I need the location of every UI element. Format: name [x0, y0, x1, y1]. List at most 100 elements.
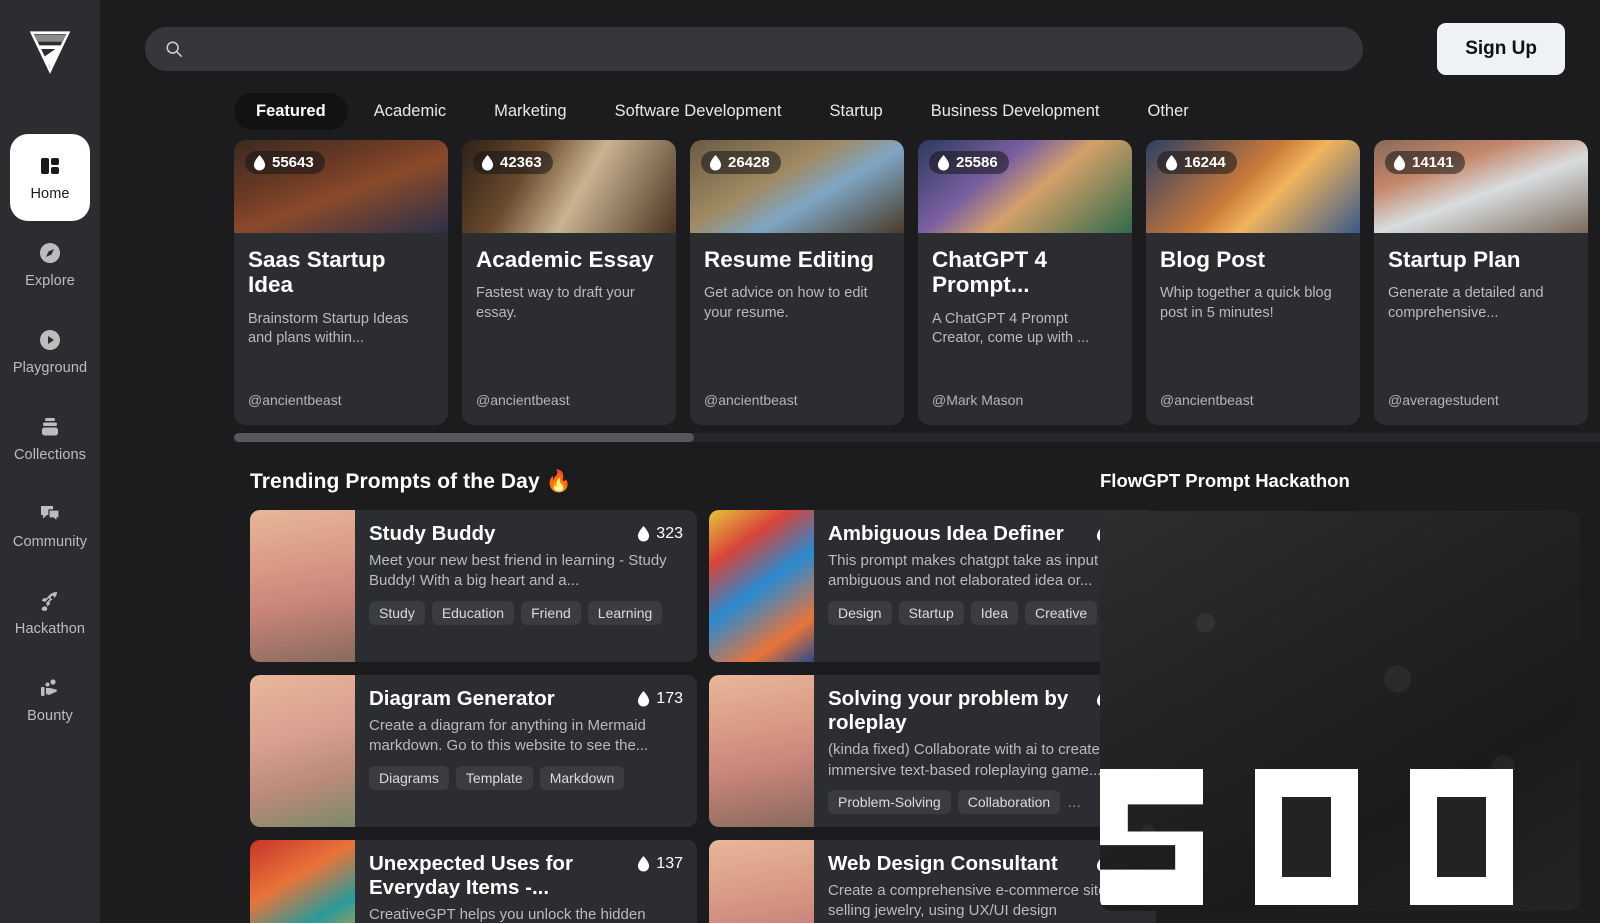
- featured-card-author: @ancientbeast: [476, 392, 570, 408]
- featured-card[interactable]: 14141 Startup Plan Generate a detailed and…: [1374, 140, 1588, 425]
- search-bar[interactable]: [145, 27, 1363, 71]
- featured-card-title: Academic Essay: [476, 247, 654, 272]
- sidebar-item-label: Playground: [12, 360, 88, 376]
- dashboard-icon: [37, 153, 63, 179]
- flowgpt-logo[interactable]: [19, 18, 81, 80]
- featured-card-body: ChatGPT 4 Prompt... A ChatGPT 4 Prompt Cr…: [918, 233, 1132, 425]
- tag-pill[interactable]: Design: [828, 600, 892, 625]
- hackathon-banner[interactable]: [1100, 511, 1580, 911]
- sidebar-item-collections[interactable]: Collections: [10, 395, 90, 482]
- flame-icon: [638, 526, 650, 542]
- trending-card-body: Study Buddy 323 Meet your new best friend …: [355, 510, 697, 662]
- popularity-badge: 42363: [473, 151, 553, 174]
- trending-card-title: Diagram Generator: [369, 687, 555, 710]
- featured-card-image: 14141: [1374, 140, 1588, 233]
- tab-startup[interactable]: Startup: [808, 93, 905, 130]
- trending-card-image: [250, 510, 355, 662]
- tag-pill[interactable]: Template: [455, 765, 533, 790]
- sidebar-item-label: Bounty: [27, 708, 73, 724]
- trending-card-title: Study Buddy: [369, 522, 496, 545]
- tag-pill[interactable]: Learning: [587, 600, 663, 625]
- sidebar-item-label: Collections: [13, 447, 87, 463]
- featured-card-image: 55643: [234, 140, 448, 233]
- flame-icon: [253, 154, 266, 171]
- main-content: Sign Up Featured Academic Marketing Softwar…: [100, 0, 1600, 923]
- flame-icon: [1393, 154, 1406, 171]
- trending-card-description: Create a diagram for anything in Mermaid…: [369, 717, 649, 755]
- tag-pill[interactable]: Idea: [970, 600, 1018, 625]
- trending-card-description: Meet your new best friend in learning - …: [369, 552, 667, 590]
- sidebar-item-playground[interactable]: Playground: [10, 308, 90, 395]
- tag-pill[interactable]: Diagrams: [369, 765, 449, 790]
- tab-other[interactable]: Other: [1125, 93, 1210, 130]
- flame-icon: [1165, 154, 1178, 171]
- trending-card-tags: Diagrams Template Markdown: [369, 765, 683, 790]
- featured-card-title: Blog Post: [1160, 247, 1265, 272]
- flame-icon: [638, 691, 650, 707]
- featured-card-image: 42363: [462, 140, 676, 233]
- trending-card-title: Web Design Consultant: [828, 852, 1058, 875]
- popularity-badge: 16244: [1157, 151, 1237, 174]
- featured-card[interactable]: 55643 Saas Startup Idea Brainstorm Startup…: [234, 140, 448, 425]
- trending-card-body: Unexpected Uses for Everyday Items -... 1…: [355, 840, 697, 923]
- sidebar-item-community[interactable]: Community: [10, 482, 90, 569]
- sidebar-item-bounty[interactable]: Bounty: [10, 656, 90, 743]
- sidebar-item-hackathon[interactable]: Hackathon: [10, 569, 90, 656]
- featured-card[interactable]: 26428 Resume Editing Get advice on how to …: [690, 140, 904, 425]
- trending-card-title: Ambiguous Idea Definer: [828, 522, 1064, 545]
- featured-card-description: Generate a detailed and comprehensive...: [1388, 285, 1544, 321]
- carousel-scrollbar[interactable]: [234, 433, 1600, 442]
- tab-marketing[interactable]: Marketing: [472, 93, 588, 130]
- trending-card-image: [709, 510, 814, 662]
- flame-icon: [253, 154, 266, 171]
- trending-card-image: [709, 840, 814, 923]
- trending-card-header: Study Buddy 323: [369, 522, 683, 546]
- tab-academic[interactable]: Academic: [352, 93, 468, 130]
- trending-card[interactable]: Unexpected Uses for Everyday Items -... 1…: [250, 840, 697, 923]
- bounty-people-icon: [37, 675, 63, 701]
- tab-business-development[interactable]: Business Development: [909, 93, 1122, 130]
- category-tabs: Featured Academic Marketing Software Develo…: [100, 78, 1600, 130]
- tag-pill[interactable]: Startup: [898, 600, 964, 625]
- tab-software-development[interactable]: Software Development: [593, 93, 804, 130]
- flame-icon: [937, 154, 950, 171]
- featured-card-body: Startup Plan Generate a detailed and comp…: [1374, 233, 1588, 425]
- tab-featured[interactable]: Featured: [234, 92, 348, 130]
- featured-card-body: Resume Editing Get advice on how to edit …: [690, 233, 904, 425]
- featured-card-image: 16244: [1146, 140, 1360, 233]
- sidebar: Home Explore Playground Collections Comm…: [0, 0, 100, 923]
- tag-pill[interactable]: Education: [431, 600, 515, 625]
- featured-card-author: @ancientbeast: [248, 392, 342, 408]
- featured-card-title: Saas Startup Idea: [248, 247, 386, 298]
- search-input[interactable]: [195, 40, 1343, 58]
- popularity-badge: 323: [637, 522, 683, 543]
- tag-pill[interactable]: Markdown: [539, 765, 625, 790]
- sign-up-button[interactable]: Sign Up: [1437, 23, 1565, 75]
- sidebar-item-label: Hackathon: [14, 621, 86, 637]
- trending-card[interactable]: Diagram Generator 173 Create a diagram for…: [250, 675, 697, 827]
- featured-card[interactable]: 16244 Blog Post Whip together a quick blog…: [1146, 140, 1360, 425]
- sidebar-item-home[interactable]: Home: [10, 134, 90, 221]
- popularity-count: 173: [656, 690, 683, 707]
- flame-icon: [638, 856, 650, 872]
- tag-pill[interactable]: Study: [369, 600, 425, 625]
- featured-card-author: @ancientbeast: [704, 392, 798, 408]
- tag-pill[interactable]: Problem-Solving: [828, 789, 951, 814]
- search-icon: [165, 40, 183, 58]
- play-circle-icon: [37, 327, 63, 353]
- sidebar-item-explore[interactable]: Explore: [10, 221, 90, 308]
- carousel-scrollbar-thumb[interactable]: [234, 433, 694, 442]
- featured-carousel[interactable]: 55643 Saas Startup Idea Brainstorm Startup…: [234, 140, 1600, 425]
- featured-card-title: Resume Editing: [704, 247, 875, 272]
- digit-5-glyph: [1100, 769, 1203, 905]
- popularity-badge: 137: [637, 852, 683, 873]
- flame-icon: [709, 154, 722, 171]
- trending-card[interactable]: Study Buddy 323 Meet your new best friend …: [250, 510, 697, 662]
- collections-icon: [37, 414, 63, 440]
- top-header: Sign Up: [100, 0, 1600, 78]
- tag-pill[interactable]: Collaboration: [957, 789, 1061, 814]
- featured-card[interactable]: 42363 Academic Essay Fastest way to draft …: [462, 140, 676, 425]
- popularity-badge: 26428: [701, 151, 781, 174]
- featured-card[interactable]: 25586 ChatGPT 4 Prompt... A ChatGPT 4 Prom…: [918, 140, 1132, 425]
- tag-pill[interactable]: Friend: [521, 600, 581, 625]
